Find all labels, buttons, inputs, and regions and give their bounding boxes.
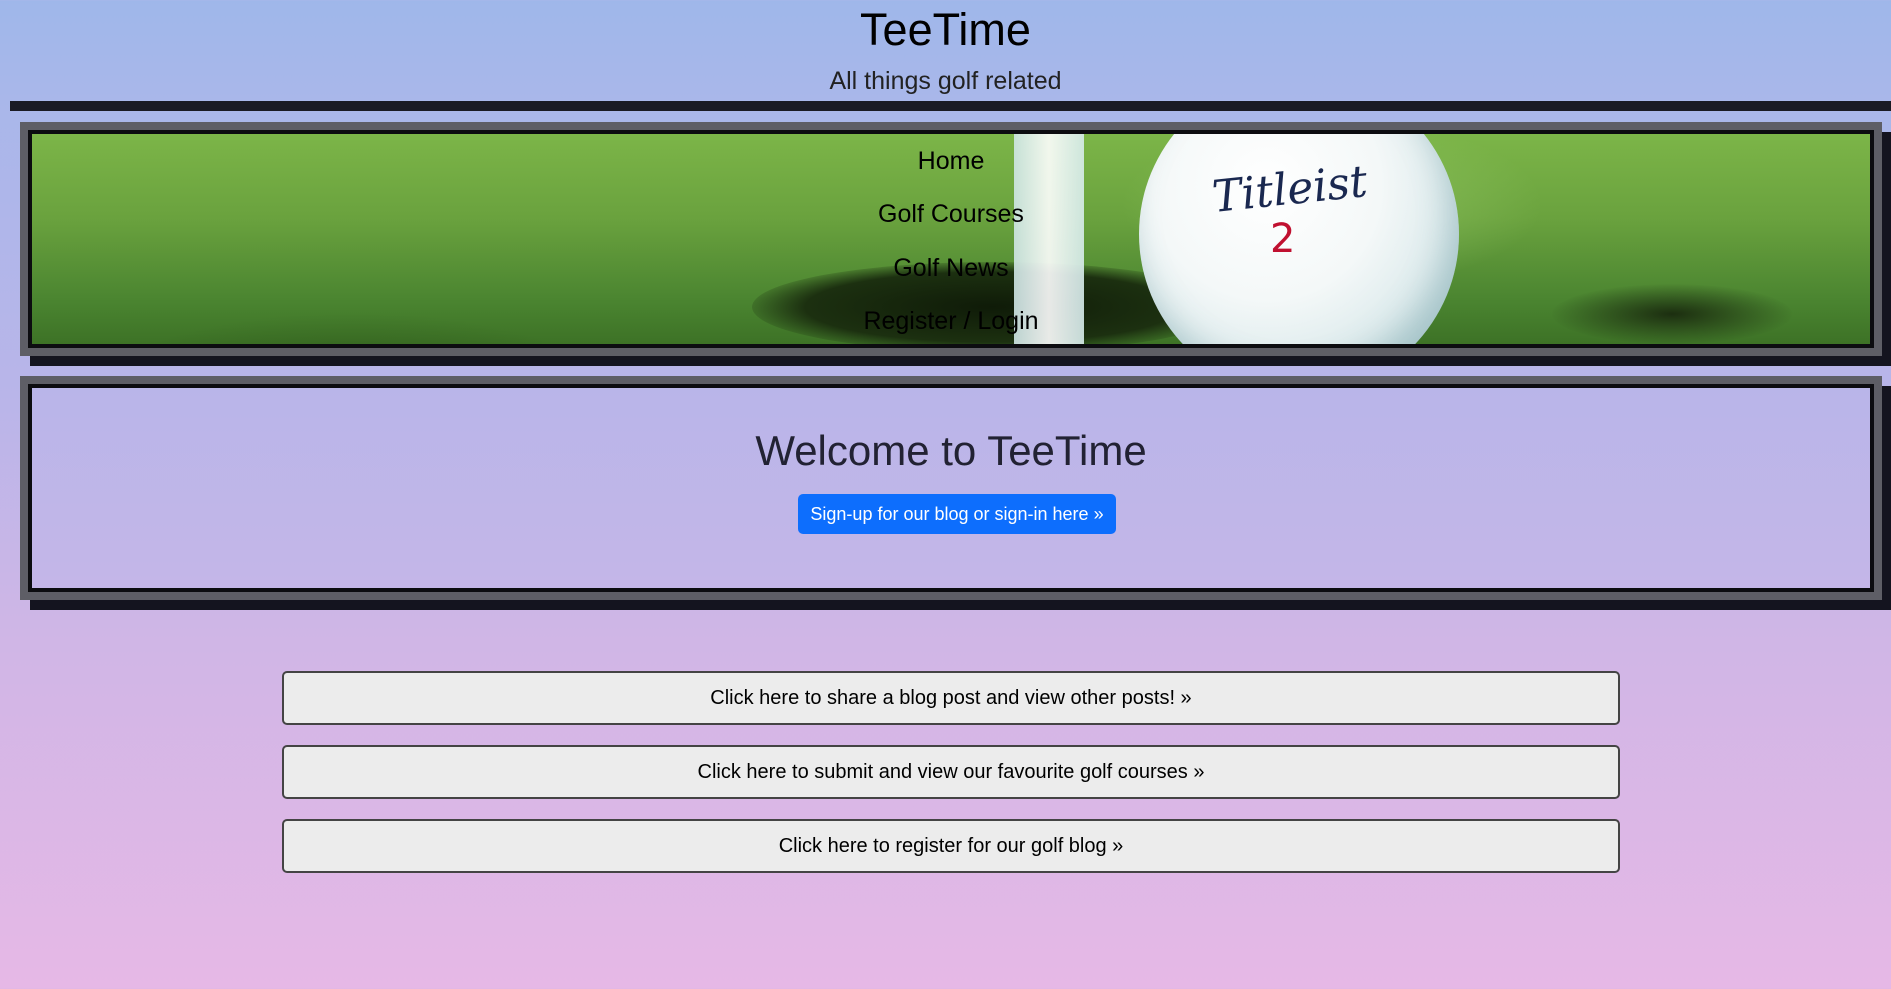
welcome-panel: Welcome to TeeTime Sign-up for our blog … [28,384,1874,592]
register-blog-button[interactable]: Click here to register for our golf blog… [282,819,1620,873]
main-nav: Home Golf Courses Golf News Register / L… [32,134,1870,344]
nav-link-home[interactable]: Home [32,146,1870,176]
nav-banner-frame: Titleist 2 Home Golf Courses Golf News R… [20,122,1882,356]
site-title: TeeTime [860,4,1031,55]
favourite-courses-button[interactable]: Click here to submit and view our favour… [282,745,1620,799]
welcome-section: Welcome to TeeTime Sign-up for our blog … [20,376,1891,610]
nav-link-golf-news[interactable]: Golf News [32,253,1870,283]
welcome-title: Welcome to TeeTime [755,427,1147,474]
signup-signin-button[interactable]: Sign-up for our blog or sign-in here » [798,494,1116,534]
welcome-section-frame: Welcome to TeeTime Sign-up for our blog … [20,376,1882,600]
header-divider [10,101,1891,111]
share-blog-post-button[interactable]: Click here to share a blog post and view… [282,671,1620,725]
nav-link-register-login[interactable]: Register / Login [32,306,1870,336]
site-header: TeeTime All things golf related [0,0,1891,104]
nav-link-golf-courses[interactable]: Golf Courses [32,199,1870,229]
site-tagline: All things golf related [829,67,1062,95]
golf-banner-image: Titleist 2 Home Golf Courses Golf News R… [28,130,1874,348]
nav-banner: Titleist 2 Home Golf Courses Golf News R… [20,122,1891,366]
